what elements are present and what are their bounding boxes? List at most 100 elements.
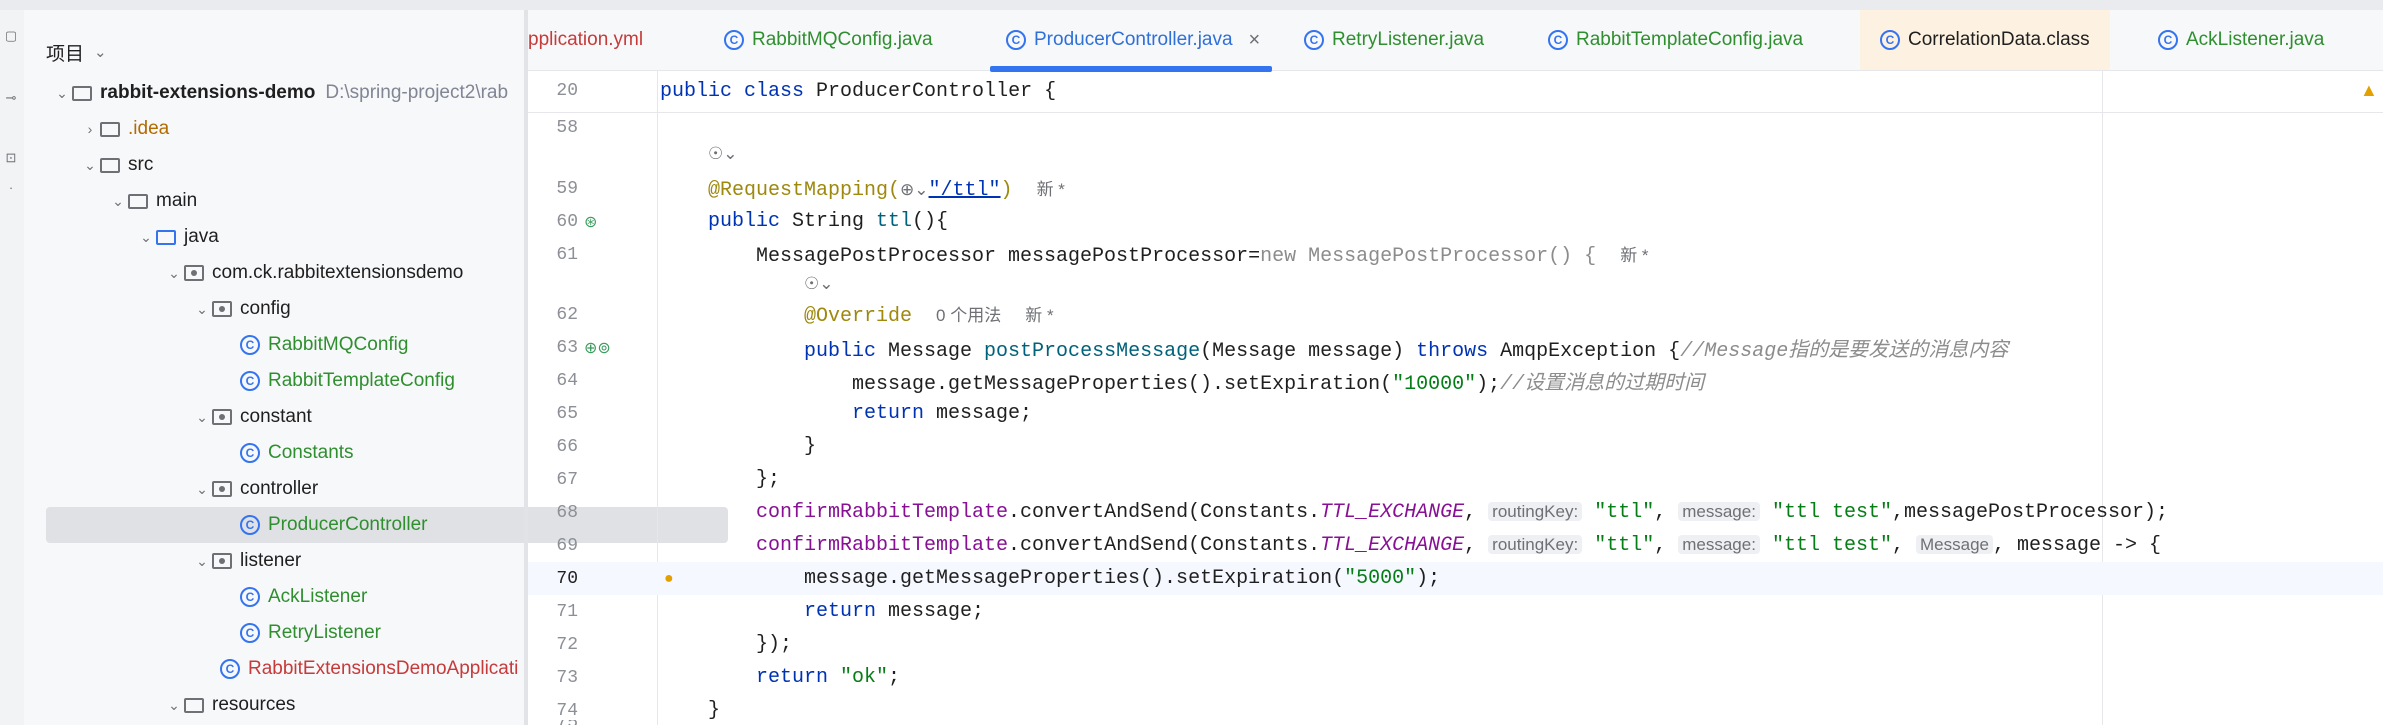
folder-icon: [100, 157, 120, 173]
package-icon: [212, 301, 232, 317]
source-folder-icon: [156, 229, 176, 245]
tab-acklistener[interactable]: C AckListener.java: [2158, 10, 2324, 70]
code-text: }: [804, 435, 817, 458]
commit-tool-icon[interactable]: ⊸: [3, 90, 19, 106]
tree-item-label: .idea: [128, 118, 170, 139]
lightbulb-icon[interactable]: ●: [664, 570, 714, 588]
tab-retrylistener[interactable]: C RetryListener.java: [1304, 10, 1484, 70]
line-number: 58: [556, 118, 578, 138]
chevron-down-icon[interactable]: ⌄: [164, 697, 184, 714]
structure-tool-icon[interactable]: ⊡: [3, 150, 19, 166]
class-icon: C: [1304, 30, 1324, 50]
code-line: 63 ⊕⊚ public Message postProcessMessage(…: [528, 331, 2383, 364]
line-number: 66: [556, 436, 578, 457]
chevron-down-icon[interactable]: ⌄: [192, 481, 212, 498]
code-text: message.getMessageProperties().setExpira…: [852, 372, 1705, 396]
tree-item-label: main: [156, 190, 198, 211]
package-icon: [212, 553, 232, 569]
chevron-down-icon[interactable]: ⌄: [192, 301, 212, 318]
tree-item-label: RabbitMQConfig: [268, 334, 409, 355]
class-icon: C: [240, 515, 260, 535]
code-line: 58: [528, 118, 2383, 138]
line-number: 65: [556, 403, 578, 424]
class-icon: C: [1006, 30, 1026, 50]
code-text: confirmRabbitTemplate.convertAndSend(Con…: [756, 501, 2169, 524]
tree-item-label: ProducerController: [268, 514, 428, 535]
tree-item-label: AckListener: [268, 586, 368, 607]
project-panel-header[interactable]: 项目 ⌄: [46, 32, 107, 72]
line-number: 71: [556, 601, 578, 622]
ai-inlay-icon[interactable]: ☉⌄: [708, 144, 737, 164]
class-icon: C: [2158, 30, 2178, 50]
class-icon: C: [240, 335, 260, 355]
endpoint-gutter-icon[interactable]: ⊛: [584, 212, 634, 232]
tab-correlationdata[interactable]: C CorrelationData.class: [1860, 10, 2110, 70]
code-text: message.getMessageProperties().setExpira…: [804, 567, 1441, 590]
line-number: 61: [556, 244, 578, 265]
code-line: 60 ⊛ public String ttl(){: [528, 205, 2383, 238]
warning-icon[interactable]: ▲: [2360, 80, 2378, 101]
code-text: public Message postProcessMessage(Messag…: [804, 339, 2009, 363]
more-tools-icon[interactable]: ·: [3, 180, 19, 196]
tool-window-bar: ▢ ⊸ ⊡ ·: [0, 10, 25, 725]
class-icon: C: [240, 587, 260, 607]
line-number: 59: [556, 178, 578, 199]
close-icon[interactable]: ×: [1249, 29, 1261, 52]
chevron-down-icon[interactable]: ⌄: [192, 553, 212, 570]
tab-producercontroller[interactable]: C ProducerController.java ×: [990, 10, 1273, 72]
tab-rabbittemplateconfig[interactable]: C RabbitTemplateConfig.java: [1548, 10, 1803, 70]
chevron-down-icon[interactable]: ⌄: [164, 265, 184, 282]
tree-item-module[interactable]: ⌄ rabbit-extensions-demo D:\spring-proje…: [24, 75, 538, 111]
module-folder-icon: [72, 85, 92, 101]
code-line: 72 });: [528, 628, 2383, 661]
code-text: @RequestMapping(⊕⌄"/ttl") 新 *: [708, 179, 1065, 202]
tree-item-main[interactable]: ⌄ main: [24, 183, 594, 219]
line-number: 69: [556, 535, 578, 556]
ai-inlay-icon[interactable]: ☉⌄: [804, 274, 833, 294]
code-line: 71 return message;: [528, 595, 2383, 628]
folder-icon: [128, 193, 148, 209]
chevron-down-icon[interactable]: ⌄: [108, 193, 128, 210]
tree-item-src[interactable]: ⌄ src: [24, 147, 566, 183]
project-tool-icon[interactable]: ▢: [3, 28, 19, 44]
tab-label: ProducerController.java: [1034, 29, 1233, 50]
chevron-down-icon[interactable]: ⌄: [52, 85, 72, 102]
tab-label: RabbitTemplateConfig.java: [1576, 29, 1804, 50]
tree-item-label: RetryListener: [268, 622, 381, 643]
code-line-current: 70 ● message.getMessageProperties().setE…: [528, 562, 2383, 595]
tree-item-idea[interactable]: › .idea: [24, 111, 566, 147]
code-text: });: [756, 633, 793, 656]
chevron-right-icon[interactable]: ›: [80, 121, 100, 137]
tab-rabbitmqconfig[interactable]: C RabbitMQConfig.java: [724, 10, 933, 70]
sticky-class-declaration: public class ProducerController {: [660, 79, 1057, 103]
package-icon: [212, 409, 232, 425]
tree-item-label: RabbitTemplateConfig: [268, 370, 455, 391]
line-number: 62: [556, 304, 578, 325]
chevron-down-icon[interactable]: ⌄: [136, 229, 156, 246]
code-text: return "ok";: [756, 666, 901, 689]
line-number: 20: [556, 81, 578, 101]
code-text: @Override 0 个用法 新 *: [804, 305, 1054, 328]
code-text: MessagePostProcessor messagePostProcesso…: [756, 245, 1649, 268]
project-panel-title: 项目: [46, 43, 85, 65]
tree-item-label: config: [240, 298, 291, 319]
tab-label: pplication.yml: [528, 29, 644, 50]
implements-gutter-icon[interactable]: ⊕⊚: [584, 338, 634, 358]
chevron-down-icon[interactable]: ⌄: [192, 409, 212, 426]
tree-item-label: java: [184, 226, 219, 247]
code-line: 69 confirmRabbitTemplate.convertAndSend(…: [528, 529, 2383, 562]
code-line: 67 };: [528, 463, 2383, 496]
chevron-down-icon[interactable]: ⌄: [94, 43, 107, 61]
code-editor[interactable]: 20 public class ProducerController { 58 …: [528, 70, 2383, 725]
chevron-down-icon[interactable]: ⌄: [80, 157, 100, 174]
code-line: 62 @Override 0 个用法 新 *: [528, 298, 2383, 331]
class-icon: C: [240, 443, 260, 463]
tab-application-yml[interactable]: pplication.yml: [528, 10, 643, 70]
code-text: };: [756, 468, 781, 491]
folder-icon: [100, 121, 120, 137]
tab-label: RetryListener.java: [1332, 29, 1485, 50]
line-number: 67: [556, 469, 578, 490]
code-text: confirmRabbitTemplate.convertAndSend(Con…: [756, 534, 2162, 557]
code-text: }: [708, 699, 721, 722]
package-icon: [184, 265, 204, 281]
